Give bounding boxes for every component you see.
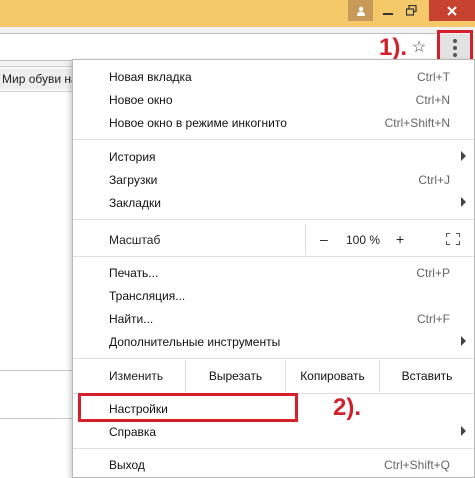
menu-item-shortcut: Ctrl+J [418, 173, 450, 187]
menu-item-label: Загрузки [109, 173, 158, 187]
menu-item-shortcut: Ctrl+T [417, 70, 450, 84]
menu-separator [73, 219, 474, 220]
menu-separator [73, 358, 474, 359]
menu-item-label: Справка [109, 425, 157, 439]
menu-item-label: Выход [109, 458, 145, 472]
menu-item-find[interactable]: Найти... Ctrl+F [73, 308, 474, 331]
submenu-arrow-icon [461, 151, 466, 161]
menu-item-shortcut: Ctrl+F [417, 312, 450, 326]
annotation-label-2: 2). [333, 394, 362, 421]
menu-separator [73, 139, 474, 140]
page-divider [0, 370, 72, 371]
menu-item-incognito[interactable]: Новое окно в режиме инкогнито Ctrl+Shift… [73, 112, 474, 135]
menu-item-label: Найти... [109, 312, 154, 326]
profile-button[interactable] [348, 0, 373, 21]
page-divider [0, 418, 72, 419]
menu-item-more-tools[interactable]: Дополнительные инструменты [73, 331, 474, 354]
person-icon [356, 6, 365, 16]
menu-item-new-tab[interactable]: Новая вкладка Ctrl+T [73, 66, 474, 89]
menu-item-new-window[interactable]: Новое окно Ctrl+N [73, 89, 474, 112]
menu-item-cast[interactable]: Трансляция... [73, 285, 474, 308]
annotation-box-2 [78, 393, 298, 422]
menu-item-label: Новое окно в режиме инкогнито [109, 116, 287, 130]
zoom-in-button[interactable]: + [396, 231, 404, 247]
menu-item-shortcut: Ctrl+P [416, 266, 450, 280]
menu-item-shortcut: Ctrl+Shift+N [384, 116, 450, 130]
menu-item-label: История [109, 150, 156, 164]
menu-separator [73, 448, 474, 449]
menu-item-exit[interactable]: Выход Ctrl+Shift+Q [73, 454, 474, 477]
menu-item-label: Закладки [109, 196, 161, 210]
menu-item-history[interactable]: История [73, 146, 474, 169]
close-icon [447, 5, 457, 16]
bookmark-star-icon[interactable]: ☆ [410, 37, 428, 57]
paste-button[interactable]: Вставить [379, 360, 474, 392]
menu-item-help[interactable]: Справка [73, 421, 474, 444]
window-titlebar [0, 0, 475, 27]
menu-item-label: Дополнительные инструменты [109, 335, 281, 349]
submenu-arrow-icon [461, 197, 466, 207]
copy-button[interactable]: Копировать [285, 360, 379, 392]
submenu-arrow-icon [461, 426, 466, 436]
menu-item-label: Трансляция... [109, 289, 186, 303]
restore-button[interactable] [400, 0, 422, 21]
menu-item-label: Новая вкладка [109, 70, 192, 84]
menu-edit-row: Изменить Вырезать Копировать Вставить [73, 360, 474, 392]
zoom-value: 100 % [346, 233, 381, 247]
menu-zoom-row: Масштаб – 100 % + [73, 224, 474, 254]
zoom-out-button[interactable]: – [320, 231, 328, 247]
menu-item-downloads[interactable]: Загрузки Ctrl+J [73, 169, 474, 192]
edit-label: Изменить [109, 369, 164, 383]
menu-item-label: Печать... [109, 266, 159, 280]
menu-item-label: Новое окно [109, 93, 173, 107]
zoom-label: Масштаб [109, 233, 161, 247]
address-bar[interactable]: ☆ [0, 33, 438, 61]
bookmark-item[interactable]: Мир обуви на [0, 69, 73, 89]
minimize-button[interactable] [378, 0, 398, 21]
zoom-controls: – 100 % + [305, 224, 474, 254]
menu-separator [73, 256, 474, 257]
menu-item-shortcut: Ctrl+Shift+Q [383, 458, 450, 472]
menu-item-bookmarks[interactable]: Закладки [73, 192, 474, 215]
restore-icon [405, 5, 417, 16]
cut-button[interactable]: Вырезать [185, 360, 285, 392]
minimize-icon [383, 12, 393, 15]
submenu-arrow-icon [461, 336, 466, 346]
menu-item-shortcut: Ctrl+N [415, 93, 450, 107]
annotation-label-1: 1). [379, 34, 408, 61]
fullscreen-icon[interactable] [446, 233, 460, 245]
close-button[interactable] [429, 0, 475, 21]
menu-item-print[interactable]: Печать... Ctrl+P [73, 262, 474, 285]
